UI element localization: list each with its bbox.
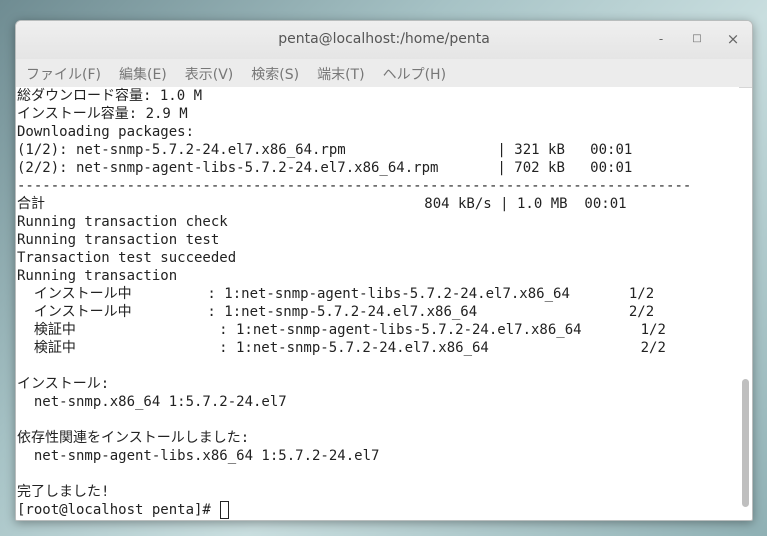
terminal-line: 検証中 : 1:net-snmp-agent-libs-5.7.2-24.el7… <box>17 322 666 338</box>
terminal-line: net-snmp-agent-libs.x86_64 1:5.7.2-24.el… <box>17 448 380 464</box>
menu-terminal[interactable]: 端末(T) <box>317 64 364 84</box>
menu-file[interactable]: ファイル(F) <box>26 64 101 84</box>
terminal-output[interactable]: 総ダウンロード容量: 1.0 M インストール容量: 2.9 M Downloa… <box>16 87 739 520</box>
terminal-line: 総ダウンロード容量: 1.0 M <box>17 88 203 104</box>
title-bar[interactable]: penta@localhost:/home/penta - □ × <box>16 21 752 60</box>
terminal-line: 検証中 : 1:net-snmp-5.7.2-24.el7.x86_64 2/2 <box>17 340 666 356</box>
terminal-line: (1/2): net-snmp-5.7.2-24.el7.x86_64.rpm … <box>17 142 633 158</box>
terminal-line: Running transaction check <box>17 214 228 230</box>
terminal-line: 完了しました! <box>17 484 110 500</box>
terminal-line: インストール: <box>17 376 110 392</box>
terminal-line: Transaction test succeeded <box>17 250 237 266</box>
close-button[interactable]: × <box>724 30 742 48</box>
window-title: penta@localhost:/home/penta <box>278 31 490 47</box>
menu-search[interactable]: 検索(S) <box>251 64 299 84</box>
terminal-line: インストール容量: 2.9 M <box>17 106 188 122</box>
minimize-button[interactable]: - <box>652 30 670 48</box>
text-cursor <box>220 501 230 519</box>
terminal-window: penta@localhost:/home/penta - □ × ファイル(F… <box>15 20 753 521</box>
terminal-line: インストール中 : 1:net-snmp-agent-libs-5.7.2-24… <box>17 286 655 302</box>
terminal-line: (2/2): net-snmp-agent-libs-5.7.2-24.el7.… <box>17 160 633 176</box>
terminal-line: ----------------------------------------… <box>17 178 692 194</box>
menu-help[interactable]: ヘルプ(H) <box>383 64 446 84</box>
terminal-line: Running transaction test <box>17 232 220 248</box>
menu-edit[interactable]: 編集(E) <box>119 64 167 84</box>
vertical-scrollbar[interactable] <box>740 87 750 518</box>
terminal-line: インストール中 : 1:net-snmp-5.7.2-24.el7.x86_64… <box>17 304 655 320</box>
shell-prompt: [root@localhost penta]# <box>17 502 220 518</box>
terminal-line: net-snmp.x86_64 1:5.7.2-24.el7 <box>17 394 287 410</box>
terminal-line: Running transaction <box>17 268 178 284</box>
terminal-line: Downloading packages: <box>17 124 195 140</box>
scrollbar-thumb[interactable] <box>742 379 749 507</box>
maximize-button[interactable]: □ <box>688 30 706 48</box>
menu-view[interactable]: 表示(V) <box>185 64 234 84</box>
terminal-line: 依存性関連をインストールしました: <box>17 430 250 446</box>
menu-bar: ファイル(F) 編集(E) 表示(V) 検索(S) 端末(T) ヘルプ(H) <box>16 59 752 88</box>
terminal-line: 合計 804 kB/s | 1.0 MB 00:01 <box>17 196 627 212</box>
terminal-prompt-line[interactable]: [root@localhost penta]# <box>17 501 739 519</box>
